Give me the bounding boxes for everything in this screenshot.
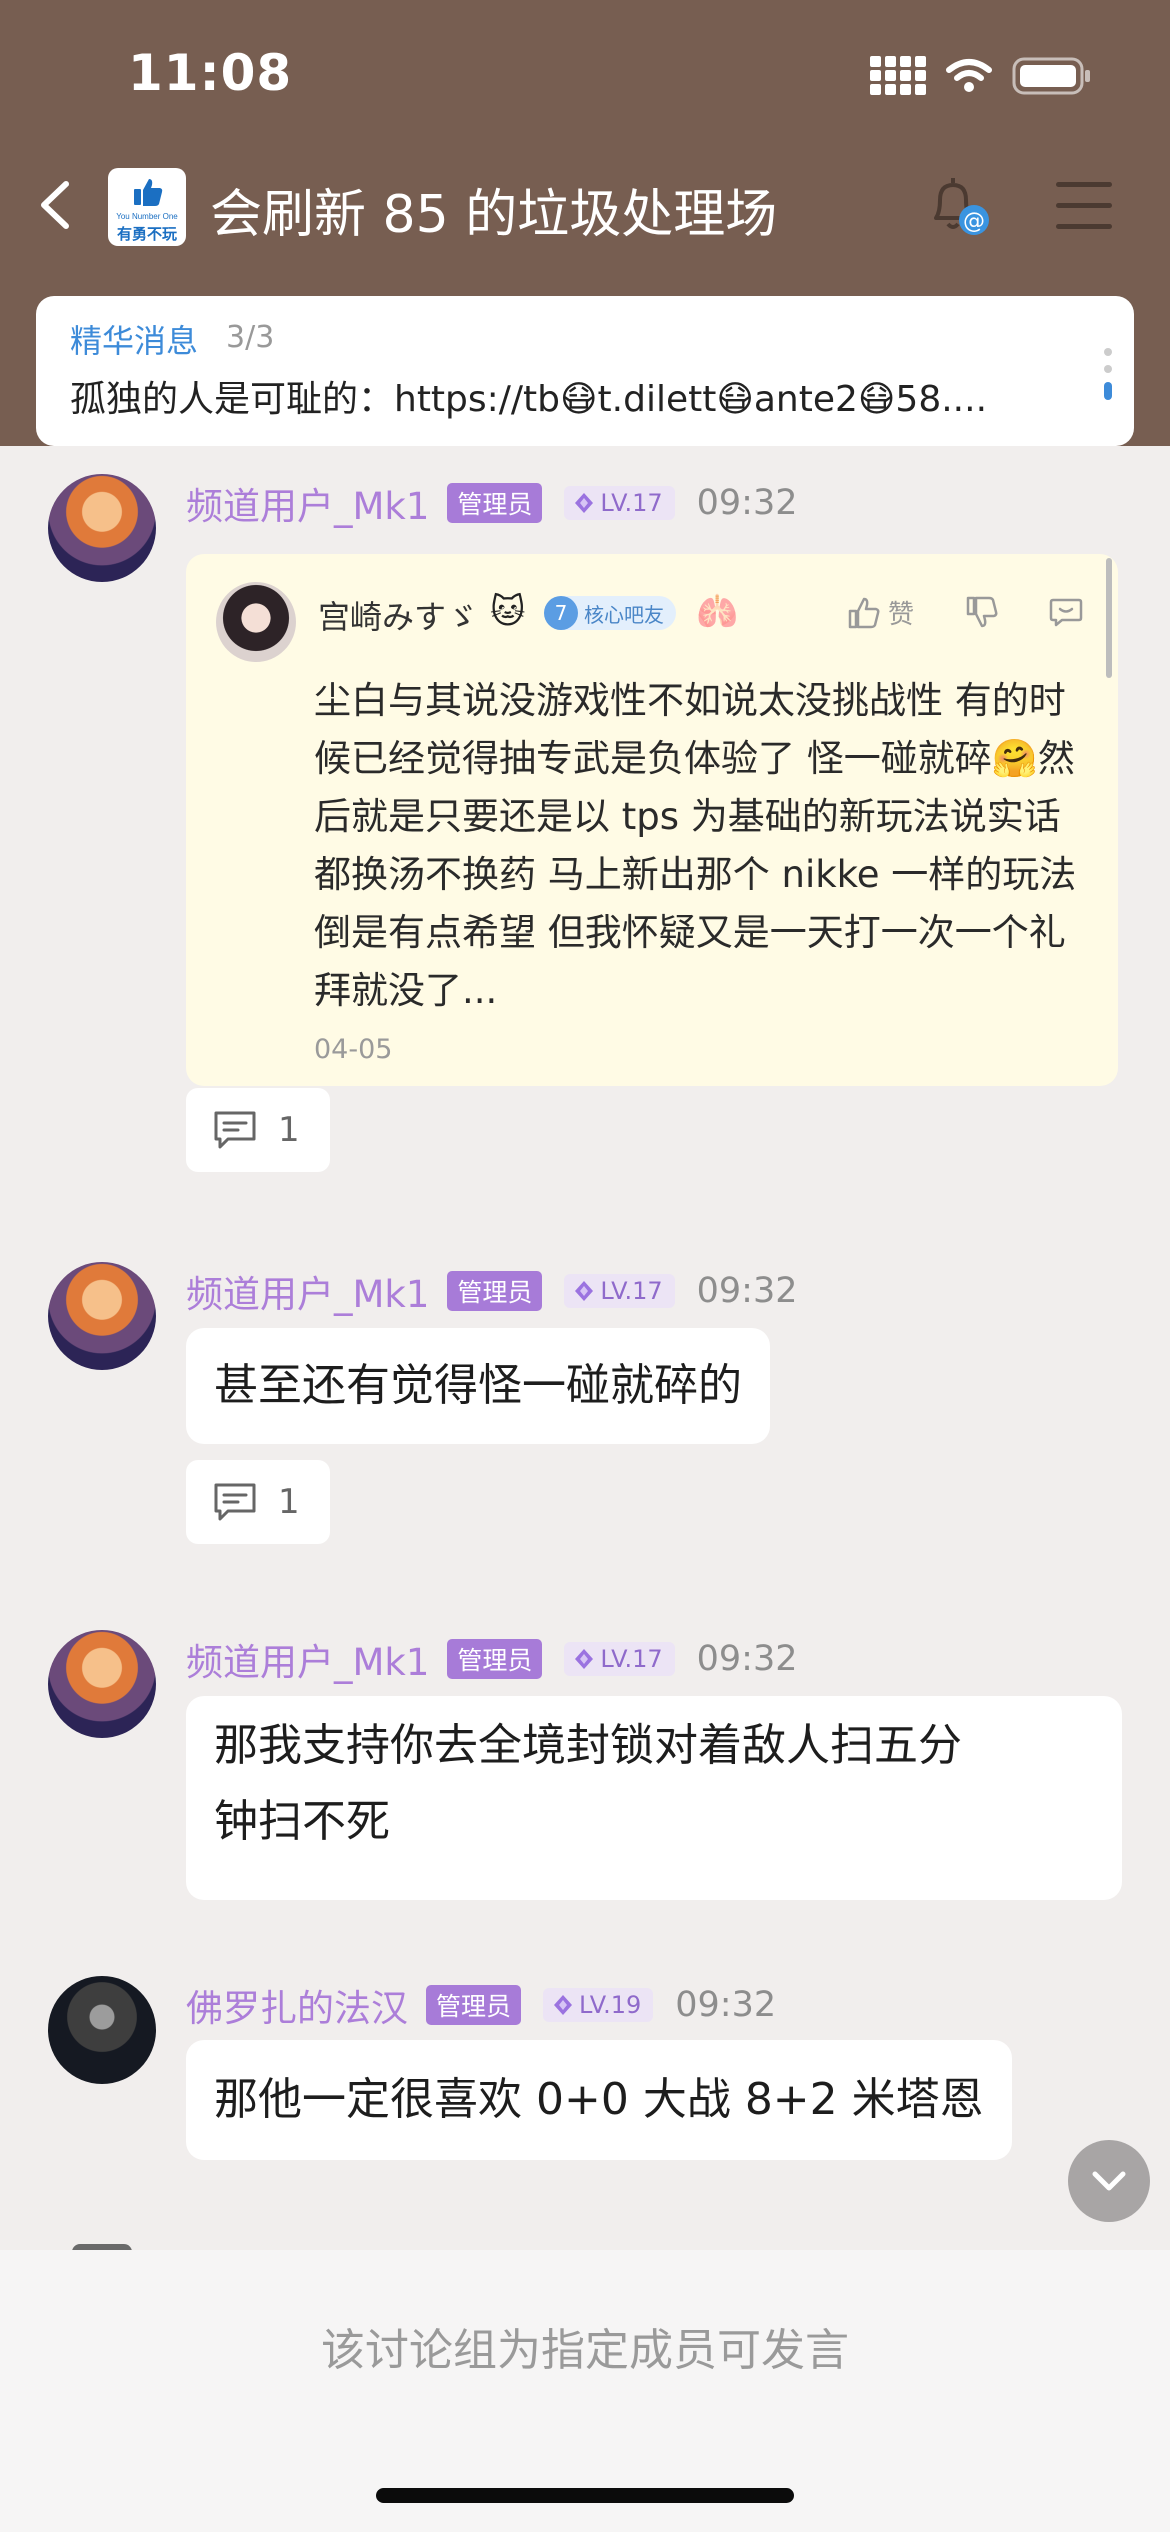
like-button[interactable]: 赞 bbox=[846, 594, 914, 631]
nav-bar: You Number One 有勇不玩 会刷新 85 的垃圾处理场 @ bbox=[0, 160, 1170, 250]
message-time: 09:32 bbox=[696, 1639, 798, 1679]
message-bubble[interactable]: 那他一定很喜欢 0+0 大战 8+2 米塔恩 bbox=[186, 2040, 1012, 2160]
level-badge: LV.19 bbox=[543, 1988, 654, 2022]
core-member-badge: 7 核心吧友 bbox=[544, 596, 676, 630]
logo-text-cn: 有勇不玩 bbox=[116, 225, 177, 243]
admin-badge: 管理员 bbox=[447, 483, 543, 523]
home-indicator[interactable] bbox=[376, 2488, 794, 2503]
username[interactable]: 频道用户_Mk1 bbox=[186, 476, 429, 530]
message-meta: 频道用户_Mk1 管理员 LV.17 09:32 bbox=[186, 1264, 798, 1318]
level-text: LV.17 bbox=[600, 1277, 663, 1305]
scroll-to-bottom-button[interactable] bbox=[1068, 2140, 1150, 2222]
group-logo[interactable]: You Number One 有勇不玩 bbox=[108, 168, 186, 246]
bell-at-icon[interactable]: @ bbox=[922, 174, 992, 240]
username[interactable]: 佛罗扎的法汉 bbox=[186, 1978, 408, 2032]
battery-icon bbox=[1012, 57, 1092, 95]
admin-badge: 管理员 bbox=[447, 1271, 543, 1311]
reply-count: 1 bbox=[278, 1110, 300, 1150]
level-badge: LV.17 bbox=[564, 1274, 675, 1308]
like-icon bbox=[848, 597, 880, 628]
message-time: 09:32 bbox=[675, 1985, 777, 2025]
wifi-icon bbox=[946, 58, 992, 94]
admin-badge: 管理员 bbox=[447, 1639, 543, 1679]
essence-count: 3/3 bbox=[226, 320, 275, 355]
username[interactable]: 频道用户_Mk1 bbox=[186, 1632, 429, 1686]
status-time: 11:08 bbox=[128, 44, 293, 102]
comment-icon bbox=[214, 1483, 256, 1521]
avatar[interactable] bbox=[48, 1630, 156, 1738]
message-bubble[interactable]: 那我支持你去全境封锁对着敌人扫五分 钟扫不死 bbox=[186, 1696, 1122, 1900]
thumbs-up-icon bbox=[134, 179, 163, 206]
group-title: 会刷新 85 的垃圾处理场 bbox=[210, 185, 778, 245]
message-time: 09:32 bbox=[696, 483, 798, 523]
level-gem-icon bbox=[554, 1995, 573, 2015]
message-text: 甚至还有觉得怪一碰就碎的 bbox=[214, 1360, 742, 1411]
comment-icon bbox=[214, 1111, 256, 1149]
reply-count-button[interactable]: 1 bbox=[186, 1088, 330, 1172]
admin-badge: 管理员 bbox=[426, 1985, 522, 2025]
message-text-line1: 那我支持你去全境封锁对着敌人扫五分 bbox=[214, 1720, 962, 1771]
user-emoji: 🐱 bbox=[490, 592, 526, 632]
essence-page-indicator bbox=[1104, 348, 1112, 409]
level-text: LV.19 bbox=[579, 1991, 642, 2019]
message-text: 那他一定很喜欢 0+0 大战 8+2 米塔恩 bbox=[214, 2074, 984, 2125]
quoted-username[interactable]: 宫崎みすゞ bbox=[318, 592, 478, 638]
essence-label: 精华消息 bbox=[70, 322, 199, 360]
menu-icon[interactable] bbox=[1056, 182, 1112, 230]
quote-scrollbar[interactable] bbox=[1106, 558, 1112, 678]
speak-restriction-hint: 该讨论组为指定成员可发言 bbox=[321, 2325, 849, 2376]
avatar[interactable] bbox=[48, 474, 156, 582]
quoted-text: 尘白与其说没游戏性不如说太没挑战性 有的时候已经觉得抽专武是负体验了 怪一碰就碎… bbox=[314, 679, 1077, 1012]
message-meta: 佛罗扎的法汉 管理员 LV.19 09:32 bbox=[186, 1978, 776, 2032]
reply-count-button[interactable]: 1 bbox=[186, 1460, 330, 1544]
level-text: LV.17 bbox=[600, 1645, 663, 1673]
level-badge: LV.17 bbox=[564, 1642, 675, 1676]
username[interactable]: 频道用户_Mk1 bbox=[186, 1264, 429, 1318]
essence-banner[interactable]: 精华消息 3/3 孤独的人是可耻的：https://tb😷t.dilett😷an… bbox=[36, 296, 1134, 446]
logo-text-en: You Number One bbox=[116, 212, 178, 221]
user-emoji-2: 🫁 bbox=[696, 592, 739, 632]
level-gem-icon bbox=[575, 493, 594, 513]
quoted-avatar[interactable] bbox=[216, 582, 296, 662]
essence-text: 孤独的人是可耻的：https://tb😷t.dilett😷ante2😷58...… bbox=[70, 379, 988, 420]
level-text: LV.17 bbox=[600, 489, 663, 517]
signal-icon bbox=[870, 56, 926, 95]
quoted-post[interactable]: 宫崎みすゞ 🐱 7 核心吧友 🫁 赞 尘白与其说没游戏性不如说太没挑战性 有的时… bbox=[186, 554, 1118, 1086]
level-gem-icon bbox=[575, 1281, 594, 1301]
chevron-down-icon bbox=[1092, 2171, 1126, 2191]
badge-text: 核心吧友 bbox=[584, 602, 664, 627]
message-meta: 频道用户_Mk1 管理员 LV.17 09:32 bbox=[186, 1632, 798, 1686]
status-icons bbox=[870, 56, 1092, 95]
svg-text:@: @ bbox=[963, 209, 985, 234]
message-text-line2: 钟扫不死 bbox=[214, 1796, 390, 1847]
dislike-icon[interactable] bbox=[964, 594, 1000, 634]
badge-number: 7 bbox=[544, 596, 578, 630]
level-badge: LV.17 bbox=[564, 486, 675, 520]
level-gem-icon bbox=[575, 1649, 594, 1669]
more-icon[interactable] bbox=[1048, 594, 1084, 634]
message-meta: 频道用户_Mk1 管理员 LV.17 09:32 bbox=[186, 476, 798, 530]
like-label: 赞 bbox=[888, 600, 915, 630]
reply-count: 1 bbox=[278, 1482, 300, 1522]
message-bubble[interactable]: 甚至还有觉得怪一碰就碎的 bbox=[186, 1328, 770, 1444]
message-time: 09:32 bbox=[696, 1271, 798, 1311]
avatar[interactable] bbox=[48, 1262, 156, 1370]
quoted-date: 04-05 bbox=[314, 1034, 393, 1065]
avatar[interactable] bbox=[48, 1976, 156, 2084]
back-arrow-icon[interactable] bbox=[34, 180, 78, 230]
